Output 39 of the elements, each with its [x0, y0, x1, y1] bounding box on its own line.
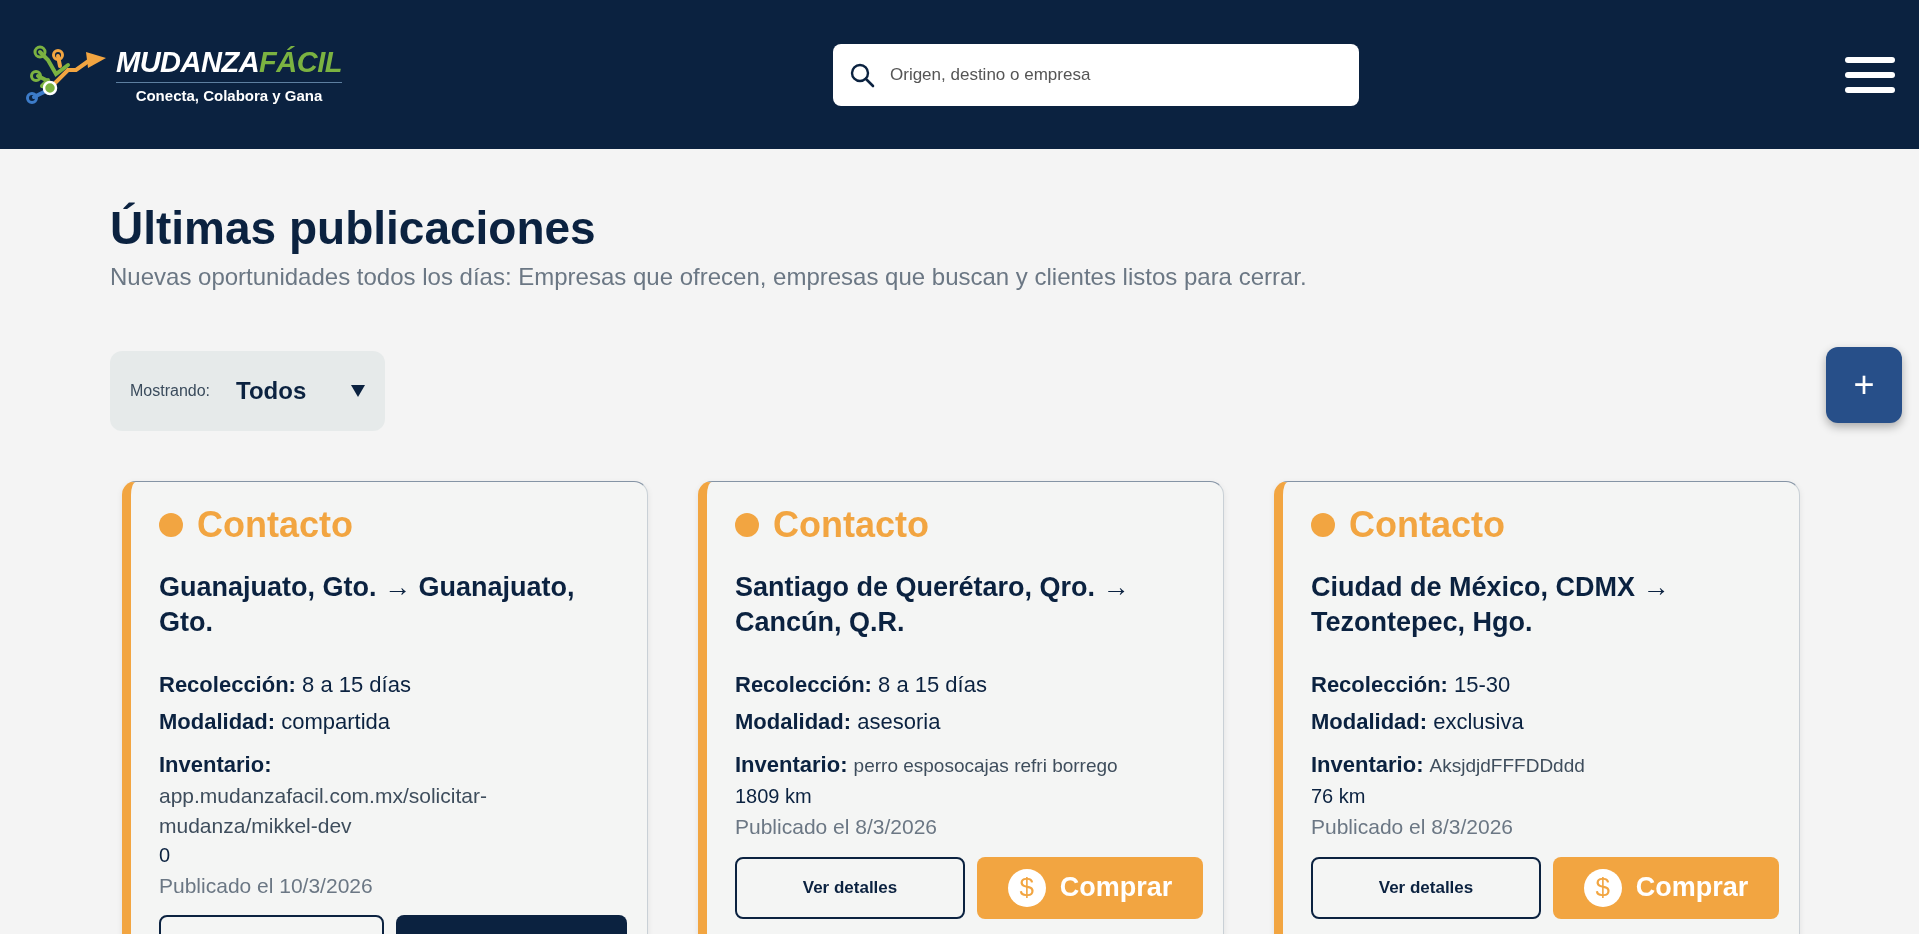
menu-button[interactable] [1845, 55, 1895, 94]
status-label: Contacto [197, 504, 353, 546]
add-button[interactable]: + [1826, 347, 1902, 423]
caret-icon [351, 385, 365, 397]
filter-dropdown[interactable]: Mostrando: Todos [110, 351, 385, 431]
brand-name: MUDANZAFÁCIL [116, 45, 342, 83]
details-button[interactable]: Ver detalles [735, 856, 965, 919]
published-date: Publicado el 8/3/2026 [1311, 814, 1514, 841]
page-title: Últimas publicaciones [110, 201, 597, 255]
mode-text: Modalidad: exclusiva [1311, 708, 1525, 737]
brand-tagline: Conecta, Colabora y Gana [135, 86, 323, 104]
dollar-icon: $ [1583, 868, 1622, 907]
search-field[interactable]: Origen, destino o empresa [833, 43, 1359, 106]
status-label: Contacto [1349, 504, 1505, 546]
inventory-text: Inventario: AksjdjdFFFDDddd [1311, 751, 1586, 780]
filter-value: Todos [236, 377, 307, 405]
pickup-text: Recolección: 8 a 15 días [735, 671, 988, 700]
pickup-text: Recolección: 15-30 [1311, 671, 1512, 700]
mode-text: Modalidad: compartida [159, 708, 392, 737]
distance-text: 76 km [1311, 784, 1367, 810]
search-icon [849, 61, 875, 88]
page-subtitle: Nuevas oportunidades todos los días: Empresas que ofrecen, empresas que buscan y clientes listos para cerrar. [110, 263, 1308, 291]
filter-label: Mostrando: [130, 382, 211, 400]
published-date: Publicado el 8/3/2026 [735, 814, 938, 841]
published-date: Publicado el 10/3/2026 [159, 872, 374, 899]
distance-text: 1809 km [735, 784, 813, 810]
mode-text: Modalidad: asesoria [735, 708, 942, 737]
details-button[interactable]: Ver detalles [1311, 856, 1541, 919]
route-title: Guanajuato, Gto. → Guanajuato, Gto. [159, 571, 576, 640]
inventory-text: Inventario: perro esposocajas refri borrego [735, 751, 1119, 780]
menu-icon [1845, 55, 1895, 94]
inventory-label: Inventario: [159, 751, 273, 780]
status-label: Contacto [773, 504, 929, 546]
dollar-icon: $ [1007, 868, 1046, 907]
inventory-text: app.mudanzafacil.com.mx/solicitar-mudanza/mikkel-dev [159, 783, 488, 839]
route-title: Santiago de Querétaro, Qro. → Cancún, Q.R. [735, 571, 1131, 640]
route-title: Ciudad de México, CDMX → Tezontepec, Hgo. [1311, 571, 1671, 640]
distance-text: 0 [159, 842, 172, 868]
pickup-text: Recolección: 8 a 15 días [159, 671, 412, 700]
